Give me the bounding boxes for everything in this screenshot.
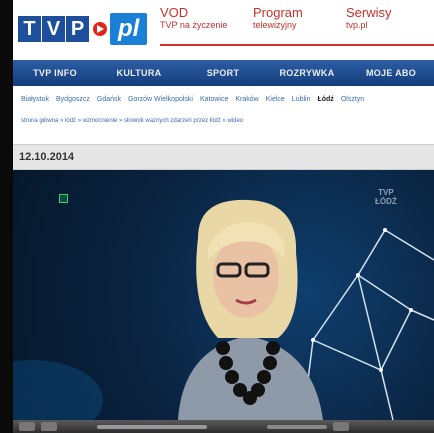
logo-letter-v: V bbox=[42, 16, 65, 42]
header-link-title: Program bbox=[253, 5, 303, 20]
tvp-logo[interactable]: T V P pl bbox=[18, 13, 148, 45]
nav-item-moje-abo[interactable]: MOJE ABO bbox=[349, 68, 433, 78]
header-link-vod[interactable]: VOD TVP na życzenie bbox=[160, 6, 253, 31]
main-nav: TVP INFO KULTURA SPORT ROZRYWKA MOJE ABO bbox=[13, 60, 434, 86]
nav-item-tvp-info[interactable]: TVP INFO bbox=[13, 68, 97, 78]
region-link-bialystok[interactable]: Białystok bbox=[21, 96, 49, 103]
header-links: VOD TVP na życzenie Program telewizyjny … bbox=[160, 6, 434, 31]
header-link-program[interactable]: Program telewizyjny bbox=[253, 6, 346, 31]
seek-bar[interactable] bbox=[97, 424, 207, 429]
header-link-title: Serwisy bbox=[346, 5, 392, 20]
region-link-lodz[interactable]: Łódź bbox=[317, 96, 333, 103]
play-icon bbox=[93, 22, 107, 36]
region-link-gorzow[interactable]: Gorzów Wielkopolski bbox=[128, 96, 193, 103]
presenter-figure bbox=[178, 199, 323, 420]
nav-item-sport[interactable]: SPORT bbox=[181, 68, 265, 78]
header-link-title: VOD bbox=[160, 5, 189, 20]
browser-viewport: T V P pl VOD TVP na życzenie Program tel… bbox=[0, 0, 434, 433]
video-player[interactable]: TVP ŁÓDŹ bbox=[13, 170, 434, 420]
left-black-border bbox=[0, 0, 13, 433]
header-link-subtitle: TVP na życzenie bbox=[160, 20, 228, 30]
date-bar: 12.10.2014 bbox=[13, 144, 434, 170]
nav-item-kultura[interactable]: KULTURA bbox=[97, 68, 181, 78]
region-link-krakow[interactable]: Kraków bbox=[235, 96, 258, 103]
region-link-olsztyn[interactable]: Olsztyn bbox=[341, 96, 364, 103]
region-link-lublin[interactable]: Lublin bbox=[292, 96, 311, 103]
volume-slider[interactable] bbox=[267, 424, 327, 429]
header-link-subtitle: telewizyjny bbox=[253, 20, 297, 30]
hd-icon bbox=[59, 194, 68, 203]
watermark-line1: TVP bbox=[378, 188, 394, 197]
region-links: Białystok Bydgoszcz Gdańsk Gorzów Wielko… bbox=[13, 86, 434, 112]
player-controls bbox=[13, 420, 434, 433]
channel-watermark: TVP ŁÓDŹ bbox=[375, 188, 397, 206]
region-link-kielce[interactable]: Kielce bbox=[266, 96, 285, 103]
nav-item-rozrywka[interactable]: ROZRYWKA bbox=[265, 68, 349, 78]
region-link-bydgoszcz[interactable]: Bydgoszcz bbox=[56, 96, 90, 103]
site-header: T V P pl VOD TVP na życzenie Program tel… bbox=[13, 0, 434, 60]
header-link-serwisy[interactable]: Serwisy tvp.pl bbox=[346, 6, 434, 31]
header-link-subtitle: tvp.pl bbox=[346, 20, 368, 30]
region-link-gdansk[interactable]: Gdańsk bbox=[97, 96, 121, 103]
fullscreen-button[interactable] bbox=[333, 422, 349, 431]
watermark-line2: ŁÓDŹ bbox=[375, 197, 397, 206]
logo-letter-t: T bbox=[18, 16, 41, 42]
breadcrumb[interactable]: strona główna » łódź » wzmocnienie » sło… bbox=[13, 112, 434, 142]
video-date: 12.10.2014 bbox=[19, 151, 75, 163]
header-red-divider bbox=[160, 44, 434, 46]
play-pause-button[interactable] bbox=[19, 422, 35, 431]
region-link-katowice[interactable]: Katowice bbox=[200, 96, 228, 103]
logo-pl: pl bbox=[110, 13, 148, 45]
stop-button[interactable] bbox=[41, 422, 57, 431]
logo-letter-p: P bbox=[66, 16, 89, 42]
